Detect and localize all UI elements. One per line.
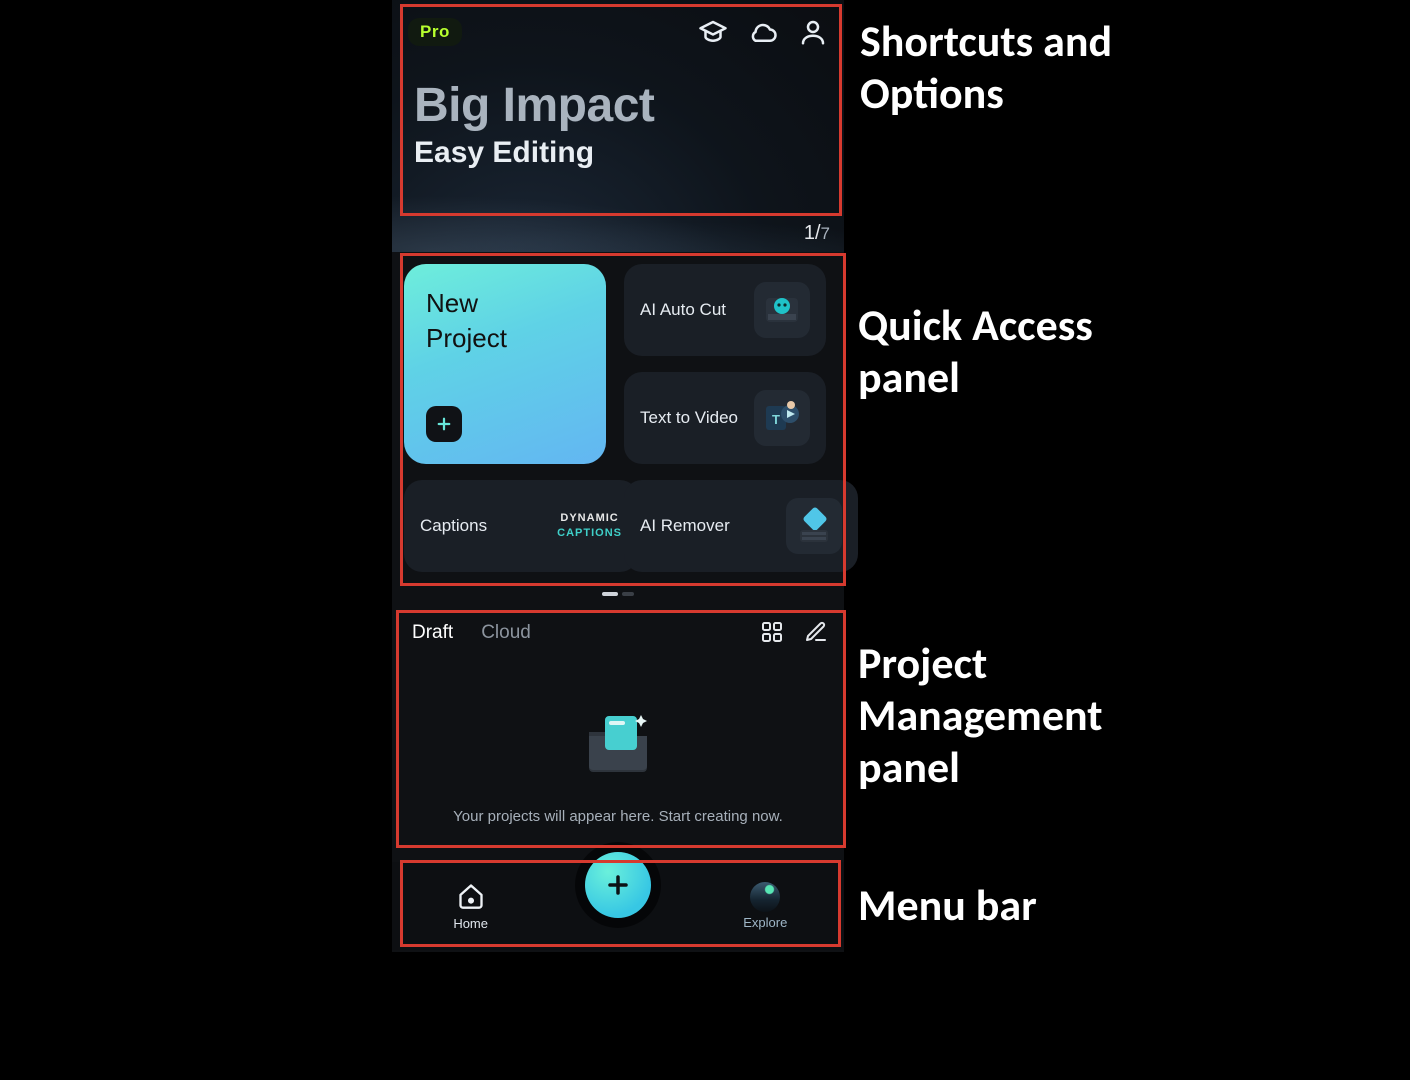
callout-project-mgmt: Project Management panel	[858, 638, 1158, 794]
quick-access-pagination[interactable]	[602, 592, 634, 596]
callout-menu-bar: Menu bar	[858, 880, 1037, 932]
annotation-box-shortcuts	[400, 4, 842, 216]
callout-quick-access: Quick Access panel	[858, 300, 1118, 404]
page-dot	[622, 592, 634, 596]
page-total: 7	[821, 224, 830, 243]
callout-shortcuts: Shortcuts and Options	[860, 16, 1120, 120]
annotation-box-quick-access	[400, 253, 846, 586]
banner-page-indicator: 1/7	[804, 222, 830, 245]
annotation-box-project-mgmt	[396, 610, 846, 848]
page-current: 1	[804, 222, 815, 244]
annotation-box-menu-bar	[400, 860, 841, 947]
page-dot-active	[602, 592, 618, 596]
